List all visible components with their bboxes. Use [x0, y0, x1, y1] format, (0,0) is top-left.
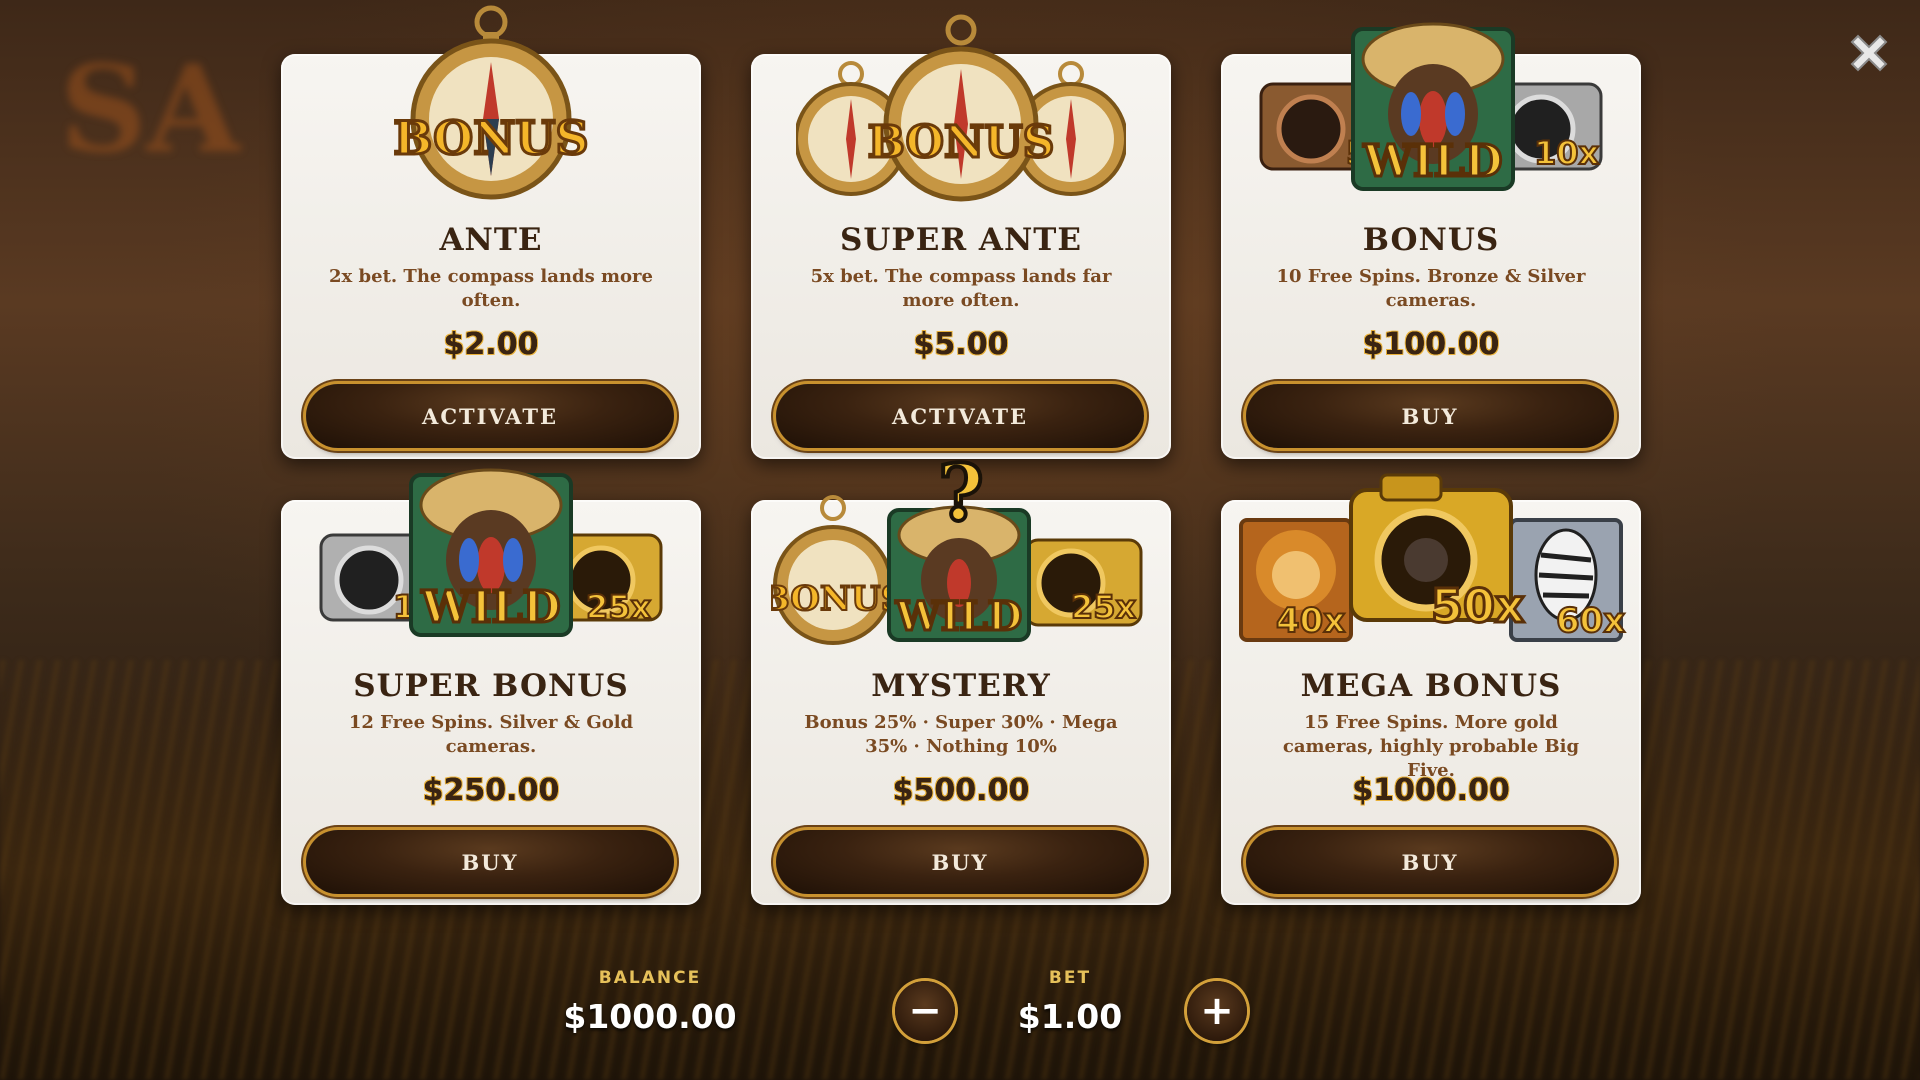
bonus-buy-button[interactable]: BUY	[1246, 384, 1614, 448]
svg-text:25x: 25x	[586, 588, 652, 626]
card-title: SUPER ANTE	[839, 222, 1082, 258]
card-price: $100.00	[1362, 327, 1500, 362]
close-button[interactable]	[1846, 30, 1892, 76]
ante-card: BONUS ANTE 2x bet. The compass lands mor…	[281, 5, 701, 459]
camera-icon: 10 25x WILD	[319, 468, 663, 637]
card-price: $250.00	[422, 773, 560, 808]
svg-text:?: ?	[938, 450, 984, 539]
decrease-bet-button[interactable]: −	[895, 981, 955, 1041]
svg-text:WILD: WILD	[420, 582, 560, 633]
wild-cameras-art: 5x 10x WILD	[1221, 4, 1641, 204]
svg-text:BONUS: BONUS	[868, 117, 1055, 168]
balance-label: BALANCE	[598, 968, 702, 988]
compass-bonus-art: BONUS	[281, 4, 701, 204]
card-title: ANTE	[439, 222, 543, 258]
super-bonus-card: 10 25x WILD SUPER BONUS 12 Free Spins. S…	[281, 468, 701, 905]
bet-value: $1.00	[1017, 997, 1123, 1036]
card-price: $5.00	[913, 327, 1009, 362]
mystery-card: BONUS 25x ? WILD MYSTERY Bonus 25% · Sup…	[751, 450, 1171, 905]
wild-cameras-art: 10 25x WILD	[281, 450, 701, 650]
svg-text:40x: 40x	[1276, 601, 1345, 641]
mega-bonus-buy-button[interactable]: BUY	[1246, 830, 1614, 894]
card-title: MYSTERY	[871, 668, 1051, 704]
card-price: $1000.00	[1352, 773, 1510, 808]
mega-bonus-card: 40x 60x 50x MEGA BONUS 15 Free Spins. Mo…	[1221, 473, 1641, 905]
svg-text:BONUS: BONUS	[393, 111, 588, 165]
plus-icon: +	[1200, 988, 1234, 1034]
super-bonus-buy-button[interactable]: BUY	[306, 830, 674, 894]
triple-compass-art: BONUS	[751, 4, 1171, 204]
svg-text:50x: 50x	[1431, 579, 1525, 633]
svg-text:25x: 25x	[1071, 588, 1137, 626]
question-icon: BONUS 25x ? WILD	[771, 450, 1143, 645]
svg-text:WILD: WILD	[895, 593, 1022, 640]
increase-bet-button[interactable]: +	[1187, 981, 1247, 1041]
card-price: $500.00	[892, 773, 1030, 808]
svg-text:WILD: WILD	[1362, 136, 1502, 187]
bet-label: BET	[1048, 968, 1092, 988]
ante-activate-button[interactable]: ACTIVATE	[306, 384, 674, 448]
card-description: 12 Free Spins. Silver & Gold cameras.	[348, 712, 634, 757]
camera-icon: 5x 10x WILD	[1259, 22, 1603, 191]
compass-icon: BONUS	[796, 14, 1126, 202]
card-description: 10 Free Spins. Bronze & Silver cameras.	[1276, 266, 1586, 311]
balance-value: $1000.00	[563, 997, 737, 1036]
super-ante-activate-button[interactable]: ACTIVATE	[776, 384, 1144, 448]
card-description: 2x bet. The compass lands more often.	[329, 266, 653, 311]
card-title: MEGA BONUS	[1300, 668, 1562, 704]
svg-text:BONUS: BONUS	[771, 579, 905, 619]
mystery-art: BONUS 25x ? WILD	[751, 450, 1171, 650]
card-title: SUPER BONUS	[353, 668, 629, 704]
card-title: BONUS	[1362, 222, 1500, 258]
card-description: 5x bet. The compass lands far more often…	[810, 266, 1112, 311]
svg-text:60x: 60x	[1556, 601, 1625, 641]
mystery-buy-button[interactable]: BUY	[776, 830, 1144, 894]
big-five-art: 40x 60x 50x	[1221, 450, 1641, 650]
compass-icon: BONUS	[392, 5, 590, 200]
card-description: Bonus 25% · Super 30% · Mega 35% · Nothi…	[804, 712, 1118, 757]
card-price: $2.00	[443, 327, 539, 362]
close-icon	[1850, 34, 1888, 72]
minus-icon: −	[908, 988, 942, 1034]
gold-camera-icon: 40x 60x 50x	[1239, 473, 1626, 642]
svg-text:10x: 10x	[1534, 134, 1600, 172]
super-ante-card: BONUS SUPER ANTE 5x bet. The compass lan…	[751, 14, 1171, 459]
bonus-card: 5x 10x WILD BONUS 10 Free Spins. Bronze …	[1221, 22, 1641, 459]
